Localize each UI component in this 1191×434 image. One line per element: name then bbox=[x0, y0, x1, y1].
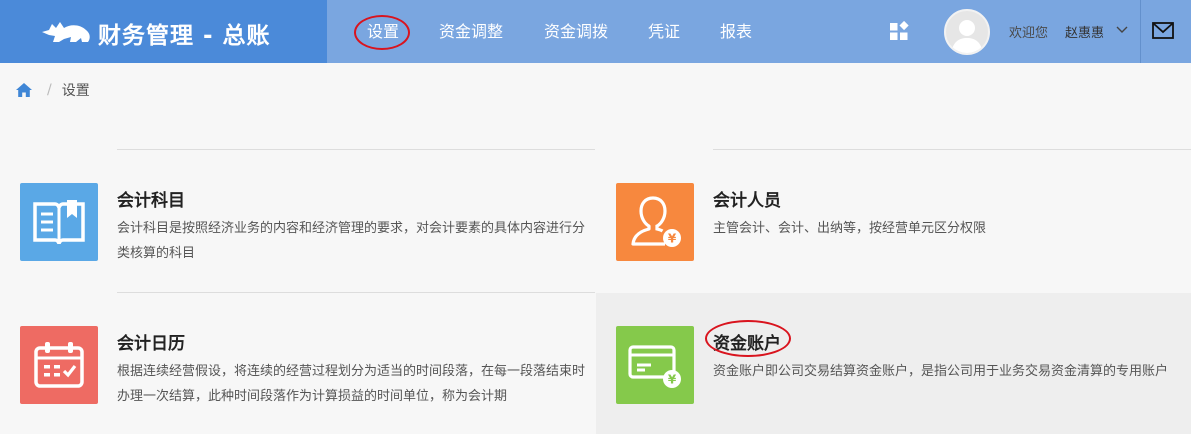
card-accounting-subjects[interactable]: 会计科目 会计科目是按照经济业务的内容和经济管理的要求，对会计要素的具体内容进行… bbox=[0, 150, 595, 290]
card-description: 资金账户即公司交易结算资金账户，是指公司用于业务交易资金清算的专用账户 bbox=[713, 364, 1169, 379]
card-description: 主管会计、会计、出纳等，按经营单元区分权限 bbox=[713, 221, 987, 236]
user-avatar[interactable] bbox=[944, 9, 990, 55]
card-description: 根据连续经营假设，将连续的经营过程划分为适当的时间段落，在每一段落结束时办理一次… bbox=[117, 364, 586, 404]
welcome-text: 欢迎您 bbox=[1009, 26, 1049, 41]
mail-icon[interactable] bbox=[1152, 22, 1174, 39]
accountant-person-icon: ¥ bbox=[631, 196, 681, 247]
card-fund-account[interactable]: ¥ 资金账户 资金账户即公司交易结算资金账户，是指公司用于业务交易资金清算的专用… bbox=[596, 293, 1191, 434]
book-icon-tile bbox=[20, 183, 98, 261]
calendar-icon-tile bbox=[20, 326, 98, 404]
accountant-icon-tile: ¥ bbox=[616, 183, 694, 261]
header-divider bbox=[1140, 0, 1141, 63]
home-icon[interactable] bbox=[15, 82, 33, 98]
svg-text:¥: ¥ bbox=[668, 232, 677, 246]
chevron-down-icon[interactable] bbox=[1116, 25, 1128, 35]
nav-item-reports[interactable]: 报表 bbox=[720, 0, 780, 63]
nav-item-voucher[interactable]: 凭证 bbox=[648, 0, 720, 63]
rhino-logo-icon bbox=[42, 22, 90, 42]
avatar-person-icon bbox=[951, 20, 983, 53]
apps-grid-icon[interactable] bbox=[889, 21, 909, 41]
book-icon bbox=[33, 200, 85, 245]
card-title: 会计科目 bbox=[117, 191, 185, 211]
main-nav: 设置 资金调整 资金调拨 凭证 报表 bbox=[350, 0, 780, 63]
fund-account-card-icon: ¥ bbox=[628, 345, 681, 388]
annotation-circle bbox=[705, 320, 791, 357]
card-accounting-calendar[interactable]: 会计日历 根据连续经营假设，将连续的经营过程划分为适当的时间段落，在每一段落结束… bbox=[0, 293, 595, 433]
card-description: 会计科目是按照经济业务的内容和经济管理的要求，对会计要素的具体内容进行分类核算的… bbox=[117, 221, 586, 261]
calendar-icon bbox=[34, 342, 84, 388]
nav-item-settings[interactable]: 设置 bbox=[354, 0, 439, 63]
top-header: 财务管理 - 总账 设置 资金调整 资金调拨 凭证 报表 欢迎您 赵惠惠 bbox=[0, 0, 1191, 63]
brand-area: 财务管理 - 总账 bbox=[0, 0, 327, 63]
nav-item-fund-transfer[interactable]: 资金调拨 bbox=[544, 0, 648, 63]
card-title: 会计人员 bbox=[713, 191, 781, 211]
user-name[interactable]: 赵惠惠 bbox=[1065, 22, 1104, 41]
breadcrumb-separator: / bbox=[47, 82, 52, 98]
card-title: 会计日历 bbox=[117, 334, 185, 354]
fund-account-icon-tile: ¥ bbox=[616, 326, 694, 404]
app-title: 财务管理 - 总账 bbox=[98, 23, 271, 49]
breadcrumb-current: 设置 bbox=[61, 83, 90, 99]
breadcrumb: / 设置 bbox=[15, 80, 90, 100]
nav-item-fund-adjustment[interactable]: 资金调整 bbox=[439, 0, 544, 63]
card-accountants[interactable]: ¥ 会计人员 主管会计、会计、出纳等，按经营单元区分权限 bbox=[596, 150, 1191, 290]
svg-text:¥: ¥ bbox=[668, 373, 677, 387]
